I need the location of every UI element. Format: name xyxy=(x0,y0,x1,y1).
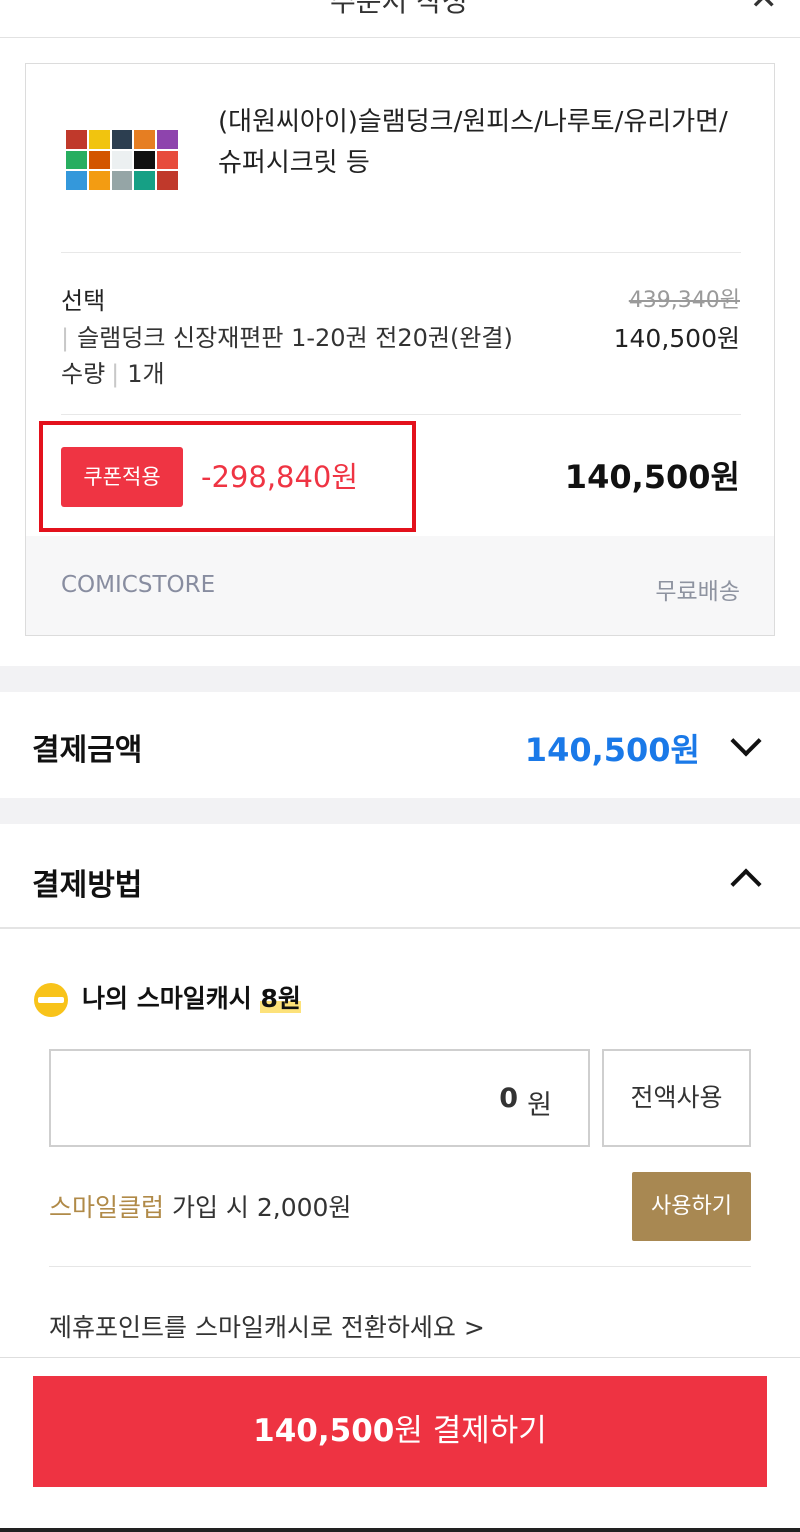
smile-club-promo-text: 가입 시 2,000원 xyxy=(164,1193,352,1222)
section-gap xyxy=(0,798,800,824)
quantity-value: 1개 xyxy=(127,360,165,388)
original-price: 439,340원 xyxy=(628,288,740,313)
quantity-label: 수량 xyxy=(61,360,106,388)
checkout-bar: 140,500원 결제하기 xyxy=(0,1357,800,1532)
smile-cash-balance: 8원 xyxy=(260,984,301,1013)
seller-row: COMICSTORE 무료배송 xyxy=(26,536,774,635)
bottom-edge xyxy=(0,1528,800,1532)
top-bar: 주문서 작성 ✕ xyxy=(0,0,800,38)
separator: | xyxy=(61,324,70,352)
order-item-card: (대원씨아이)슬램덩크/원피스/나루토/유리가면/슈퍼시크릿 등 선택 | 슬램덩… xyxy=(25,63,775,636)
separator: | xyxy=(111,360,120,388)
payment-amount-label: 결제금액 xyxy=(32,733,143,768)
smile-cash-label-text: 나의 스마일캐시 xyxy=(82,984,252,1013)
shipping-info: 무료배송 xyxy=(655,579,740,605)
checkout-label: 원 결제하기 xyxy=(394,1413,547,1449)
item-total-price: 140,500원 xyxy=(564,458,740,496)
divider xyxy=(61,252,741,253)
use-button[interactable]: 사용하기 xyxy=(632,1172,751,1241)
use-all-button[interactable]: 전액사용 xyxy=(602,1049,751,1147)
smile-cash-input-value[interactable]: 0 xyxy=(499,1083,518,1114)
smile-cash-input-unit: 원 xyxy=(527,1090,552,1121)
smile-cash-icon xyxy=(34,983,68,1017)
payment-method-label: 결제방법 xyxy=(32,868,143,903)
seller-name[interactable]: COMICSTORE xyxy=(61,572,215,598)
product-name[interactable]: (대원씨아이)슬램덩크/원피스/나루토/유리가면/슈퍼시크릿 등 xyxy=(218,102,748,184)
divider xyxy=(61,414,741,415)
product-thumbnail[interactable] xyxy=(66,130,178,190)
option-label: 선택 xyxy=(61,287,106,315)
smile-club-promo: 스마일클럽 가입 시 2,000원 xyxy=(49,1188,351,1224)
coupon-applied-badge[interactable]: 쿠폰적용 xyxy=(61,447,183,507)
smile-cash-input[interactable]: 0 원 xyxy=(49,1049,590,1147)
coupon-discount: -298,840원 xyxy=(201,460,359,494)
smile-club-link[interactable]: 스마일클럽 xyxy=(49,1193,164,1222)
section-gap xyxy=(0,666,800,692)
option-name: | 슬램덩크 신장재편판 1-20권 전20권(완결) xyxy=(61,318,513,353)
chevron-up-icon[interactable] xyxy=(730,868,762,900)
option-name-text: 슬램덩크 신장재편판 1-20권 전20권(완결) xyxy=(77,324,513,352)
close-icon[interactable]: ✕ xyxy=(750,0,779,18)
divider xyxy=(0,927,800,929)
checkout-button[interactable]: 140,500원 결제하기 xyxy=(33,1376,767,1487)
checkout-amount: 140,500 xyxy=(253,1413,395,1449)
option-price: 140,500원 xyxy=(613,324,740,353)
smile-cash-label: 나의 스마일캐시 8원 xyxy=(82,979,301,1015)
payment-amount-value: 140,500원 xyxy=(524,731,700,769)
page-title: 주문서 작성 xyxy=(330,0,468,18)
quantity: 수량 | 1개 xyxy=(61,354,165,389)
divider xyxy=(49,1266,751,1267)
convert-points-link[interactable]: 제휴포인트를 스마일캐시로 전환하세요 > xyxy=(49,1308,485,1344)
chevron-down-icon[interactable] xyxy=(730,725,762,757)
